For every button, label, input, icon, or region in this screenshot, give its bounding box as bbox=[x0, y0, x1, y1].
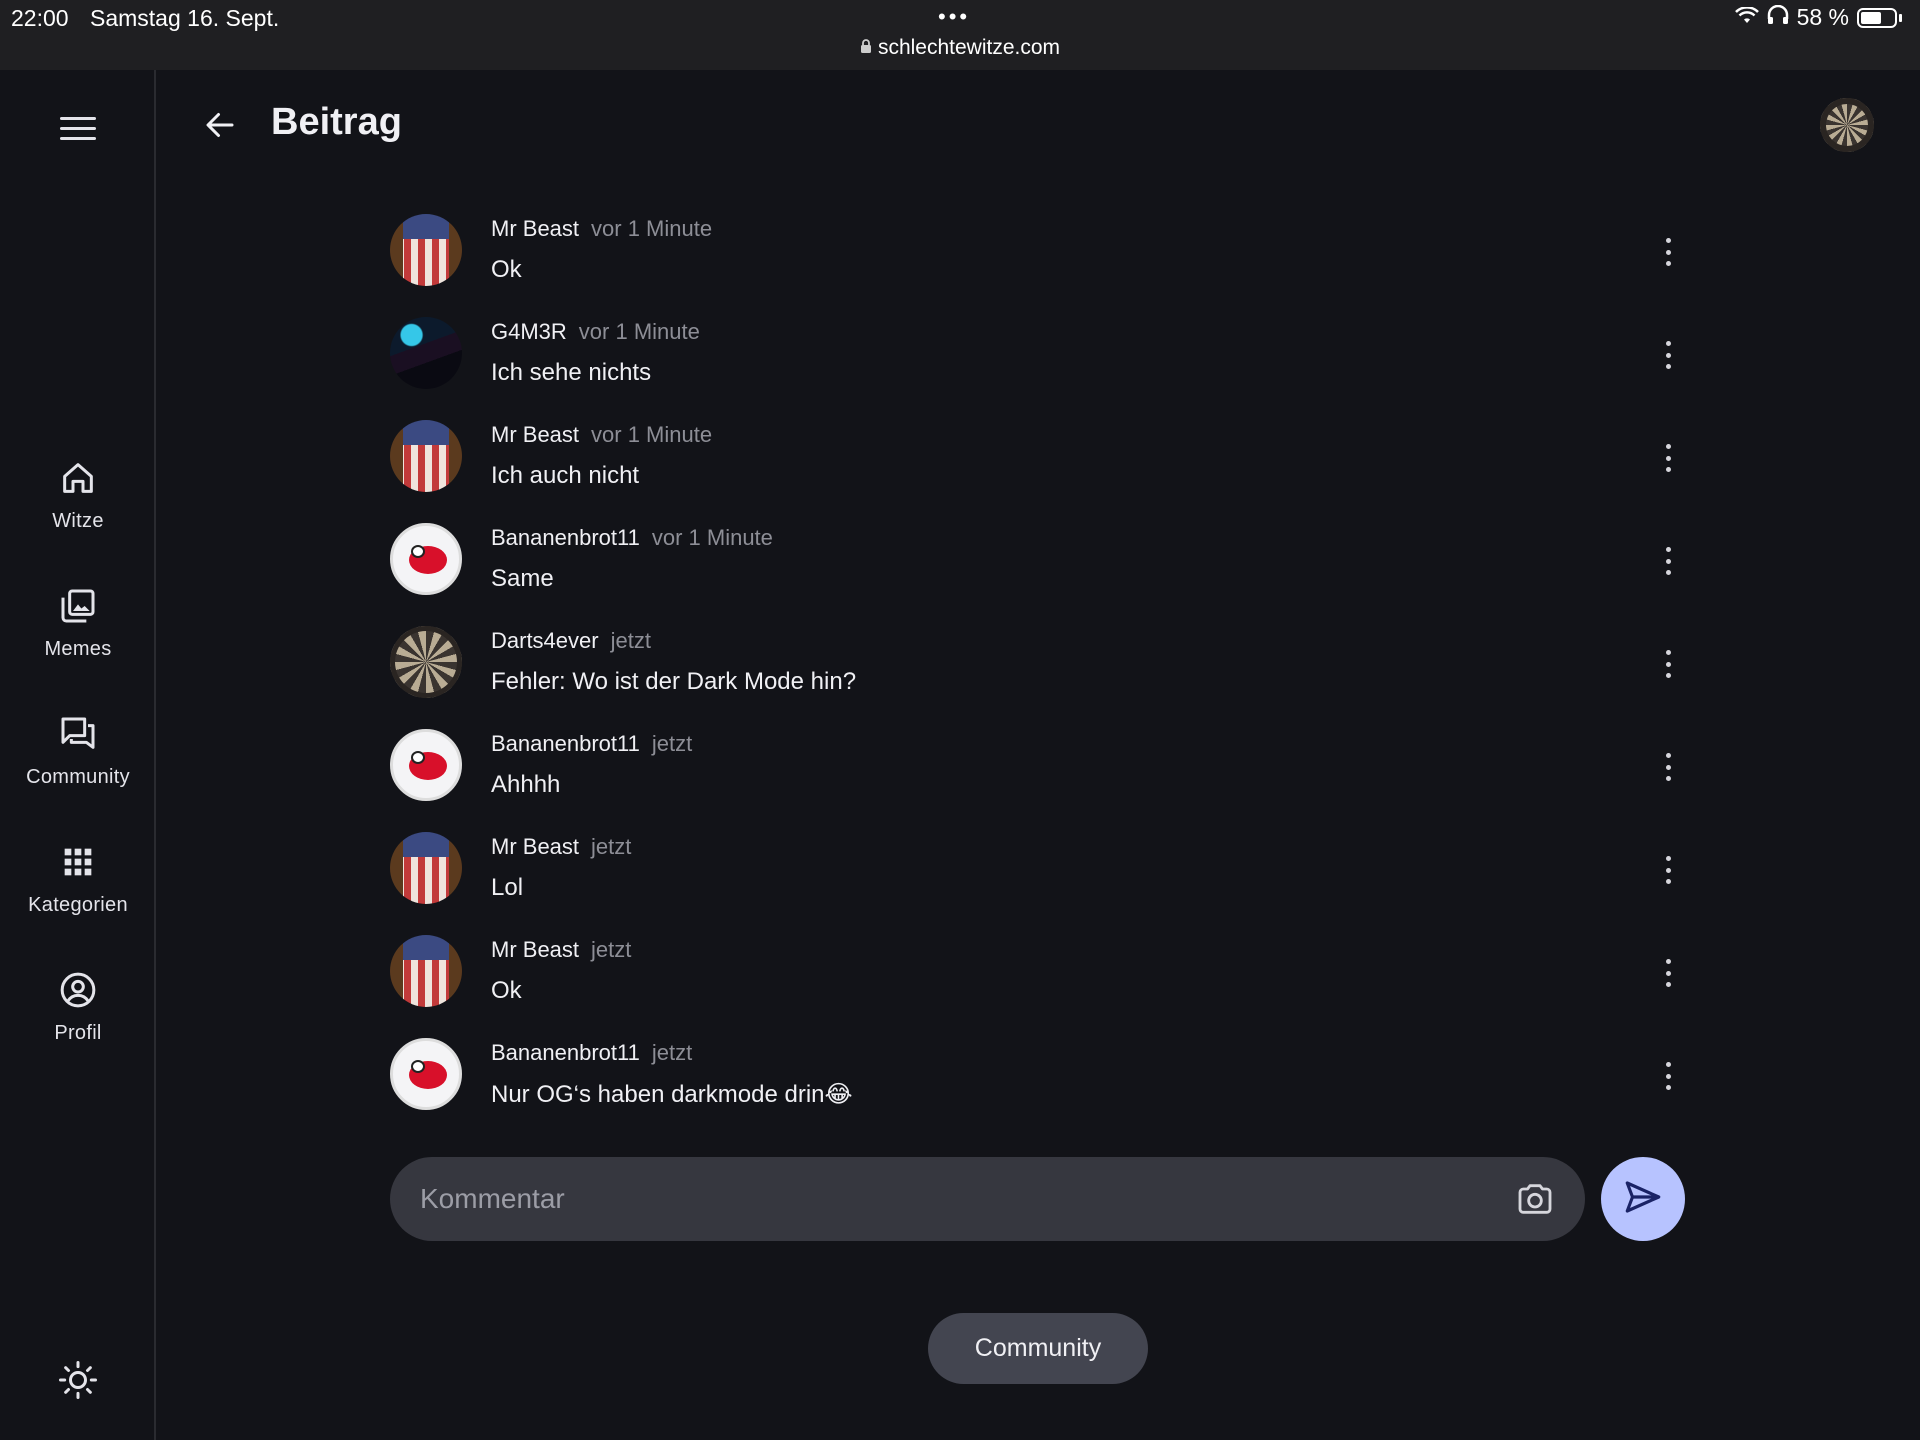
wifi-icon bbox=[1734, 4, 1759, 31]
nav-item-witze[interactable]: Witze bbox=[0, 458, 156, 533]
browser-status-bar: 22:00 Samstag 16. Sept. ••• schlechtewit… bbox=[0, 0, 1920, 70]
more-vert-icon[interactable] bbox=[1662, 1062, 1674, 1090]
user-avatar[interactable] bbox=[1820, 98, 1874, 152]
battery-tip bbox=[1899, 13, 1902, 22]
avatar[interactable] bbox=[390, 626, 462, 698]
comment-time: jetzt bbox=[610, 628, 651, 653]
comment-time: jetzt bbox=[651, 731, 693, 756]
send-icon bbox=[1622, 1176, 1664, 1223]
community-button[interactable]: Community bbox=[928, 1313, 1148, 1384]
image-gallery-icon bbox=[58, 586, 98, 626]
status-indicators: 58 % bbox=[1734, 4, 1902, 31]
address-bar[interactable]: schlechtewitze.com bbox=[0, 36, 1920, 60]
more-vert-icon[interactable] bbox=[1662, 650, 1674, 678]
comment-author[interactable]: Mr Beast bbox=[491, 216, 579, 241]
comment-text: Ok bbox=[491, 256, 522, 283]
comment-text: Ich auch nicht bbox=[491, 462, 640, 489]
comment-item: Mr Beast jetzt Ok bbox=[390, 931, 1690, 1034]
page-title: Beitrag bbox=[271, 101, 402, 143]
avatar[interactable] bbox=[390, 832, 462, 904]
avatar[interactable] bbox=[390, 214, 462, 286]
nav-label-kategorien: Kategorien bbox=[28, 894, 128, 916]
comment-author[interactable]: Mr Beast bbox=[491, 834, 579, 859]
comment-author[interactable]: Bananenbrot11 bbox=[491, 1040, 640, 1065]
comment-item: Bananenbrot11 jetzt Nur OG‘s haben darkmo… bbox=[390, 1034, 1690, 1137]
avatar[interactable] bbox=[390, 420, 462, 492]
comment-time: jetzt bbox=[591, 937, 632, 962]
nav-item-community[interactable]: Community bbox=[0, 714, 156, 789]
comment-text: Ok bbox=[491, 977, 522, 1004]
more-vert-icon[interactable] bbox=[1662, 856, 1674, 884]
comment-text: Lol bbox=[491, 874, 524, 901]
comment-author[interactable]: Bananenbrot11 bbox=[491, 731, 640, 756]
status-date: Samstag 16. Sept. bbox=[90, 5, 280, 31]
comment-input[interactable] bbox=[420, 1157, 1480, 1241]
more-vert-icon[interactable] bbox=[1662, 341, 1674, 369]
avatar[interactable] bbox=[390, 729, 462, 801]
more-vert-icon[interactable] bbox=[1662, 444, 1674, 472]
url-text: schlechtewitze.com bbox=[877, 36, 1061, 59]
comment-author[interactable]: Darts4ever bbox=[491, 628, 599, 653]
back-arrow-icon[interactable] bbox=[202, 107, 238, 143]
battery-percent: 58 % bbox=[1796, 4, 1849, 30]
nav-item-kategorien[interactable]: Kategorien bbox=[0, 842, 156, 917]
comment-author[interactable]: Mr Beast bbox=[491, 937, 579, 962]
nav-item-profil[interactable]: Profil bbox=[0, 970, 156, 1045]
nav-rail: Witze Memes Community Kategorien Profil bbox=[0, 70, 156, 1440]
send-button[interactable] bbox=[1601, 1157, 1685, 1241]
nav-label-community: Community bbox=[26, 766, 130, 788]
more-vert-icon[interactable] bbox=[1662, 959, 1674, 987]
comment-time: vor 1 Minute bbox=[651, 525, 773, 550]
comment-text: Nur OG‘s haben darkmode drin😂 bbox=[491, 1081, 853, 1108]
more-vert-icon[interactable] bbox=[1662, 238, 1674, 266]
grid-icon bbox=[58, 842, 98, 882]
avatar[interactable] bbox=[390, 1038, 462, 1110]
more-vert-icon[interactable] bbox=[1662, 753, 1674, 781]
comment-composer[interactable] bbox=[390, 1157, 1585, 1241]
comment-item: Mr Beast vor 1 Minute Ok bbox=[390, 210, 1690, 313]
forum-icon bbox=[58, 714, 98, 754]
comment-time: vor 1 Minute bbox=[591, 422, 713, 447]
lock-icon bbox=[860, 39, 872, 59]
comment-item: Mr Beast jetzt Lol bbox=[390, 828, 1690, 931]
comment-item: Mr Beast vor 1 Minute Ich auch nicht bbox=[390, 416, 1690, 519]
camera-icon[interactable] bbox=[1515, 1179, 1555, 1219]
comment-author[interactable]: Bananenbrot11 bbox=[491, 525, 640, 550]
comment-text: Ahhhh bbox=[491, 771, 561, 798]
avatar[interactable] bbox=[390, 935, 462, 1007]
menu-icon[interactable] bbox=[60, 117, 96, 145]
comment-text: Fehler: Wo ist der Dark Mode hin? bbox=[491, 668, 857, 695]
brightness-icon[interactable] bbox=[58, 1360, 98, 1400]
status-time: 22:00 bbox=[11, 5, 69, 31]
nav-label-memes: Memes bbox=[44, 638, 112, 660]
comment-item: G4M3R vor 1 Minute Ich sehe nichts bbox=[390, 313, 1690, 416]
nav-item-memes[interactable]: Memes bbox=[0, 586, 156, 661]
comment-time: vor 1 Minute bbox=[591, 216, 713, 241]
headphones-icon bbox=[1767, 4, 1789, 31]
comment-item: Bananenbrot11 jetzt Ahhhh bbox=[390, 725, 1690, 828]
nav-label-witze: Witze bbox=[52, 510, 104, 532]
comment-item: Bananenbrot11 vor 1 Minute Same bbox=[390, 519, 1690, 622]
comment-list: Mr Beast vor 1 Minute Ok G4M3R vor 1 Minut… bbox=[390, 210, 1690, 1137]
tab-options-dots[interactable]: ••• bbox=[938, 4, 970, 30]
comment-author[interactable]: G4M3R bbox=[491, 319, 567, 344]
more-vert-icon[interactable] bbox=[1662, 547, 1674, 575]
battery-icon bbox=[1857, 7, 1897, 28]
comment-time: jetzt bbox=[651, 1040, 693, 1065]
comment-text: Ich sehe nichts bbox=[491, 359, 652, 386]
comment-text: Same bbox=[491, 565, 554, 592]
account-circle-icon bbox=[58, 970, 98, 1010]
comment-time: jetzt bbox=[591, 834, 632, 859]
comment-author[interactable]: Mr Beast bbox=[491, 422, 579, 447]
nav-label-profil: Profil bbox=[54, 1022, 102, 1044]
comment-item: Darts4ever jetzt Fehler: Wo ist der Dark … bbox=[390, 622, 1690, 725]
avatar[interactable] bbox=[390, 317, 462, 389]
comment-time: vor 1 Minute bbox=[578, 319, 700, 344]
avatar[interactable] bbox=[390, 523, 462, 595]
home-icon bbox=[58, 458, 98, 498]
